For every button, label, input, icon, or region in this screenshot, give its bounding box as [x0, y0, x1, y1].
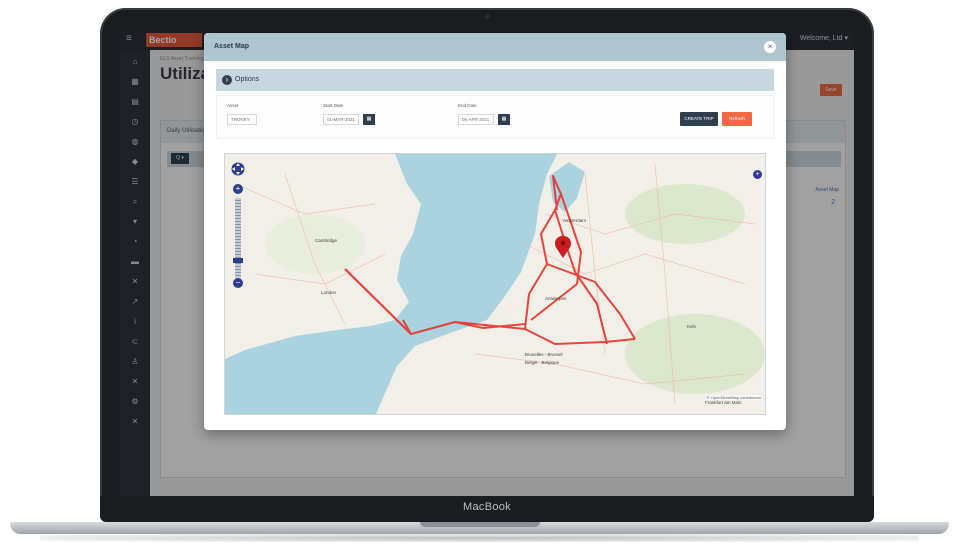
asset-field[interactable]: TRONKY: [227, 114, 257, 125]
asset-map[interactable]: Cambridge London Antwerpen Bruxelles - B…: [224, 153, 766, 415]
camera-dot: [485, 14, 490, 19]
asset-map-modal: Asset Map × › Options Asset TRONKY Start…: [204, 33, 786, 430]
create-trip-button[interactable]: CREATE TRIP: [680, 112, 718, 126]
modal-title: Asset Map: [214, 43, 250, 50]
city-label: Frankfurt am Main: [705, 400, 742, 405]
map-zoom-control: + −: [231, 158, 245, 288]
laptop-shadow: [40, 534, 919, 542]
asset-label: Asset: [227, 103, 239, 108]
end-date-label: End Date: [458, 103, 477, 108]
laptop-notch: [420, 522, 540, 527]
zoom-in-button[interactable]: +: [233, 184, 243, 194]
end-date-field[interactable]: 06-APR-2021: [458, 114, 494, 125]
zoom-slider[interactable]: [235, 198, 241, 278]
layer-switcher-button[interactable]: +: [753, 170, 762, 179]
city-label: Köln: [687, 324, 697, 329]
close-icon[interactable]: ×: [764, 41, 776, 53]
trip-form: Asset TRONKY Start Date 01-MAR-2021 ▦ En…: [216, 95, 774, 139]
map-canvas: [225, 154, 765, 414]
product-shot: ≡ Bectio Welcome, Ltd ▾ ⌂ ▦ ▤ ◷ ◍ ◆ ☰ ⌕ …: [0, 0, 959, 548]
laptop-brand: MacBook: [463, 501, 511, 513]
pan-control[interactable]: [231, 158, 245, 180]
map-attribution[interactable]: © OpenStreetMap contributors: [706, 395, 761, 400]
start-date-field[interactable]: 01-MAR-2021: [323, 114, 359, 125]
calendar-icon[interactable]: ▦: [498, 114, 510, 125]
zoom-out-button[interactable]: −: [233, 278, 243, 288]
forest-area: [625, 184, 745, 244]
forest-area: [265, 214, 365, 274]
start-date-label: Start Date: [323, 103, 344, 108]
city-label: Antwerpen: [545, 296, 567, 301]
marker-dot: [560, 240, 566, 246]
city-label: Amsterdam: [563, 218, 587, 223]
options-label: Options: [235, 76, 260, 83]
city-label: Bruxelles - Brussel: [525, 352, 563, 357]
zoom-slider-handle[interactable]: [233, 258, 243, 263]
city-label: België · Belgique: [525, 360, 560, 365]
refresh-button[interactable]: Refresh: [722, 112, 752, 126]
city-label: Cambridge: [315, 238, 338, 243]
chevron-right-icon: ›: [222, 75, 232, 85]
modal-header: Asset Map ×: [204, 33, 786, 61]
city-label: London: [321, 290, 337, 295]
calendar-icon[interactable]: ▦: [363, 114, 375, 125]
options-toggle[interactable]: › Options: [216, 69, 774, 91]
laptop-screen: ≡ Bectio Welcome, Ltd ▾ ⌂ ▦ ▤ ◷ ◍ ◆ ☰ ⌕ …: [120, 30, 854, 496]
